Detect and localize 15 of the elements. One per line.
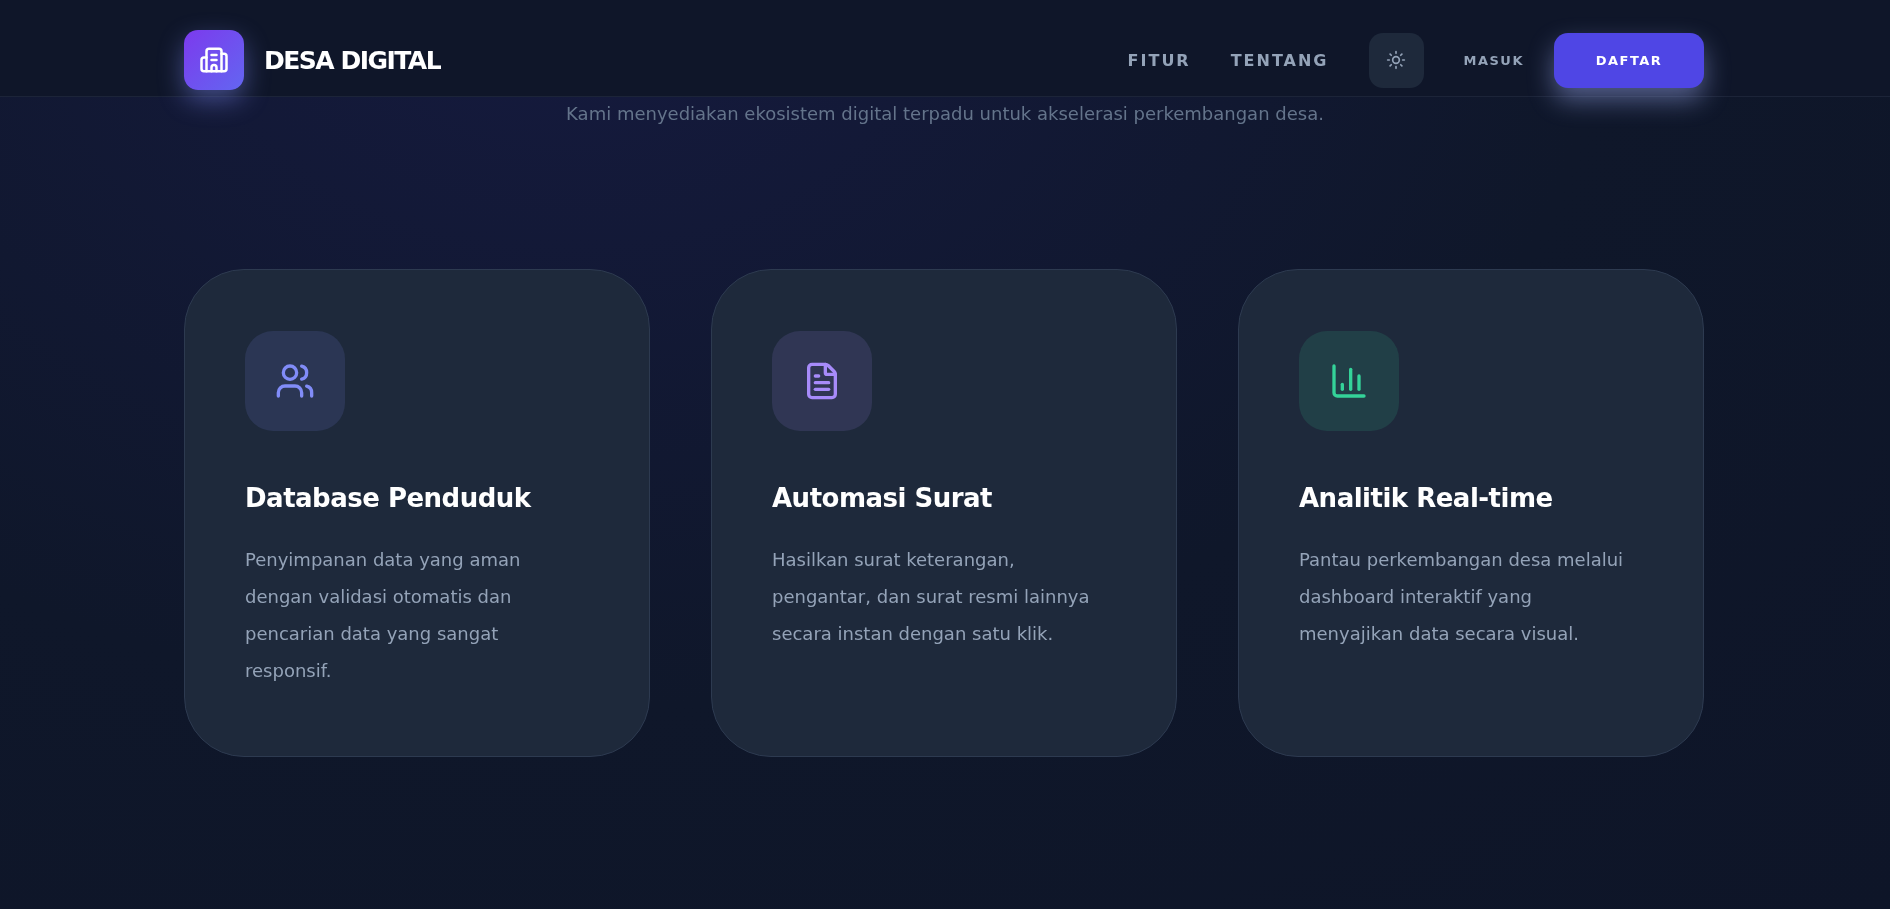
section-subtitle: Kami menyediakan ekosistem digital terpadu untuk akselerasi perkembangan desa. (565, 103, 1325, 124)
feature-title: Analitik Real-time (1299, 483, 1554, 513)
theme-toggle-button[interactable] (1368, 32, 1424, 88)
building-logo-icon (184, 30, 244, 90)
login-link[interactable]: MASUK (1463, 52, 1524, 68)
sun-icon (1386, 50, 1406, 70)
register-button[interactable]: DAFTAR (1554, 32, 1704, 88)
feature-title: Automasi Surat (772, 483, 994, 513)
brand-name: DESA DIGITAL (264, 45, 441, 75)
feature-description: Penyimpanan data yang aman dengan validasi otomatis dan pencarian data yang sangat responsif. (245, 548, 522, 683)
feature-description: Hasilkan surat keterangan, pengantar, dan surat resmi lainnya secara instan dengan satu klik. (772, 548, 1091, 646)
nav-link[interactable]: TENTANG (1230, 50, 1329, 70)
feature-title: Database Penduduk (245, 483, 532, 513)
feature-description: Pantau perkembangan desa melalui dashboard interaktif yang menyajikan data secara visual. (1299, 548, 1625, 646)
nav-link[interactable]: FITUR (1127, 50, 1191, 70)
